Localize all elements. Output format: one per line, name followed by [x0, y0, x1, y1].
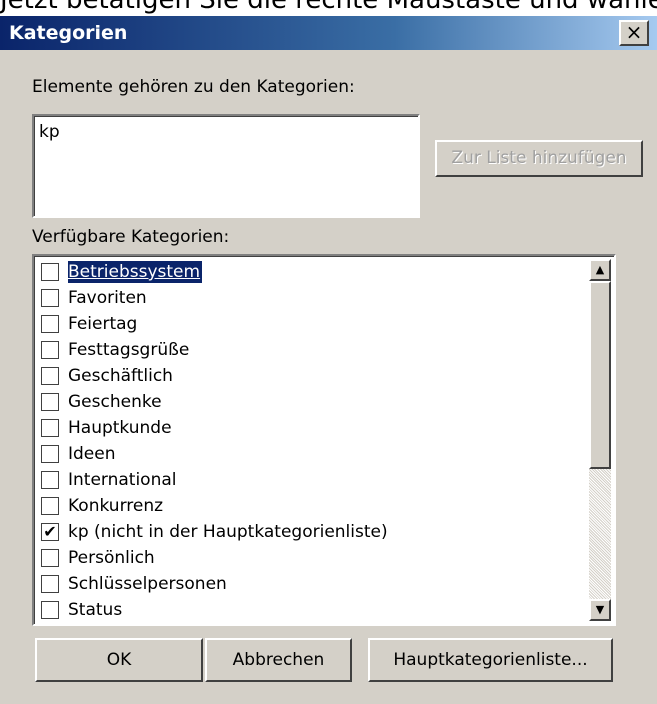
category-checkbox[interactable]: ✔ — [41, 523, 59, 541]
available-categories-label: Verfügbare Kategorien: — [32, 227, 230, 247]
category-checkbox[interactable] — [41, 289, 59, 307]
category-item[interactable]: Schlüsselpersonen — [41, 571, 581, 597]
category-checkbox[interactable] — [41, 315, 59, 333]
category-checkbox[interactable] — [41, 341, 59, 359]
category-item[interactable]: Status — [41, 597, 581, 623]
category-checkbox[interactable] — [41, 471, 59, 489]
background-document-text: Jetzt betätigen Sie die rechte Maustaste… — [0, 0, 657, 15]
category-label: Konkurrenz — [68, 496, 164, 516]
category-item[interactable]: Feiertag — [41, 311, 581, 337]
category-checkbox[interactable] — [41, 497, 59, 515]
category-label: Geschenke — [68, 392, 162, 412]
category-label: International — [68, 470, 177, 490]
category-checkbox[interactable] — [41, 575, 59, 593]
category-checkbox[interactable] — [41, 367, 59, 385]
category-label: Betriebssystem — [68, 261, 203, 283]
available-categories-list[interactable]: Betriebssystem Favoriten Feiertag Festtagsg… — [32, 254, 616, 626]
categories-dialog: Kategorien × Elemente gehören zu den Kat… — [0, 16, 657, 704]
category-item[interactable]: International — [41, 467, 581, 493]
category-label: Ideen — [68, 444, 116, 464]
category-label: kp (nicht in der Hauptkategorienliste) — [68, 522, 388, 542]
category-label: Schlüsselpersonen — [68, 574, 227, 594]
category-checkbox[interactable] — [41, 601, 59, 619]
category-item[interactable]: Favoriten — [41, 285, 581, 311]
category-checkbox[interactable] — [41, 445, 59, 463]
category-checkbox[interactable] — [41, 393, 59, 411]
checkmark-icon: ✔ — [43, 522, 57, 541]
assigned-categories-field[interactable]: kp — [32, 114, 420, 218]
category-label: Status — [68, 600, 123, 620]
scroll-up-icon[interactable]: ▲ — [589, 259, 611, 281]
category-item[interactable]: ✔ kp (nicht in der Hauptkategorienliste) — [41, 519, 581, 545]
category-label: Festtagsgrüße — [68, 340, 190, 360]
category-checkbox[interactable] — [41, 419, 59, 437]
category-item[interactable]: Festtagsgrüße — [41, 337, 581, 363]
category-label: Feiertag — [68, 314, 138, 334]
dialog-title: Kategorien — [9, 22, 128, 44]
category-checkbox[interactable] — [41, 263, 59, 281]
title-bar: Kategorien × — [0, 16, 657, 50]
category-label: Favoriten — [68, 288, 147, 308]
category-label: Hauptkunde — [68, 418, 172, 438]
category-item[interactable]: Geschäftlich — [41, 363, 581, 389]
category-label: Persönlich — [68, 548, 155, 568]
category-item[interactable]: Konkurrenz — [41, 493, 581, 519]
scrollbar-thumb[interactable] — [589, 281, 611, 469]
category-label: Geschäftlich — [68, 366, 173, 386]
category-item[interactable]: Hauptkunde — [41, 415, 581, 441]
assigned-categories-label: Elemente gehören zu den Kategorien: — [32, 77, 355, 97]
category-checkbox[interactable] — [41, 549, 59, 567]
category-item[interactable]: Persönlich — [41, 545, 581, 571]
category-item[interactable]: Geschenke — [41, 389, 581, 415]
add-to-list-button[interactable]: Zur Liste hinzufügen — [435, 140, 643, 177]
category-item[interactable]: Betriebssystem — [41, 259, 581, 285]
ok-button[interactable]: OK — [35, 638, 203, 682]
close-button[interactable]: × — [619, 20, 649, 46]
scroll-down-icon[interactable]: ▼ — [589, 599, 611, 621]
assigned-categories-value: kp — [39, 122, 60, 142]
vertical-scrollbar[interactable]: ▲ ▼ — [589, 259, 611, 621]
cancel-button[interactable]: Abbrechen — [205, 638, 352, 682]
category-item[interactable]: Ideen — [41, 441, 581, 467]
master-category-list-button[interactable]: Hauptkategorienliste... — [368, 638, 613, 682]
